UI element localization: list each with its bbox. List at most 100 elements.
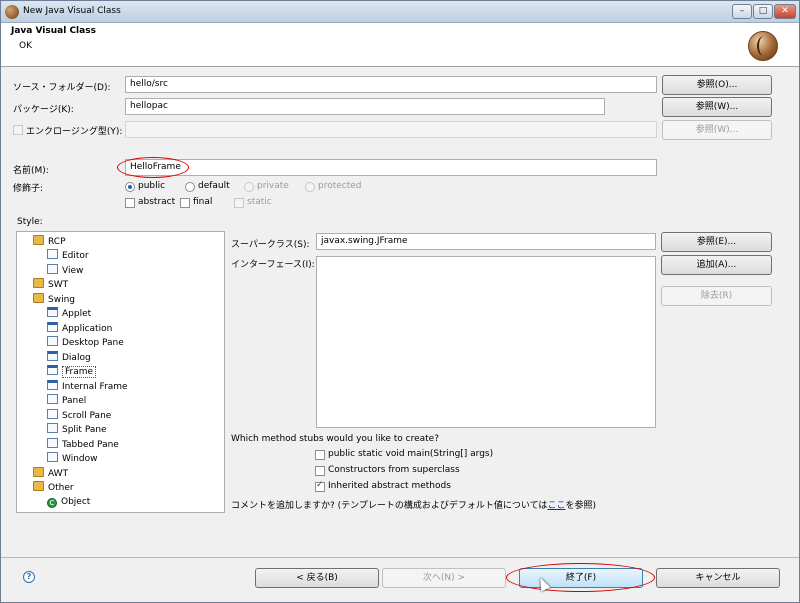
panel-icon xyxy=(47,394,58,404)
tree-item-frame[interactable]: Frame xyxy=(47,365,97,379)
comment-prefix: コメントを追加しますか? (テンプレートの構成およびデフォルト値については xyxy=(231,501,548,511)
enclosing-type-label: エンクロージング型(Y): xyxy=(26,127,123,137)
tree-item-other[interactable]: Other xyxy=(33,481,74,495)
name-input[interactable]: HelloFrame xyxy=(125,159,657,176)
constructors-stub-label: Constructors from superclass xyxy=(328,465,460,475)
close-icon: ✕ xyxy=(781,6,789,16)
public-radio[interactable] xyxy=(125,182,135,192)
package-label: パッケージ(K): xyxy=(13,105,74,115)
folder-icon xyxy=(33,293,44,303)
style-label: Style: xyxy=(17,217,43,227)
cancel-button[interactable]: キャンセル xyxy=(656,568,780,588)
static-checkbox[interactable] xyxy=(234,198,244,208)
tree-item-rcp[interactable]: RCP xyxy=(33,235,66,249)
abstract-checkbox[interactable] xyxy=(125,198,135,208)
tree-item-internal-frame[interactable]: Internal Frame xyxy=(47,380,128,394)
next-button[interactable]: 次へ(N) > xyxy=(382,568,506,588)
package-input[interactable]: hellopac xyxy=(125,98,605,115)
footer-separator xyxy=(1,557,799,558)
tree-item-view[interactable]: View xyxy=(47,264,83,278)
remove-interface-button[interactable]: 除去(R) xyxy=(661,286,772,306)
package-browse-button[interactable]: 参照(W)... xyxy=(662,97,772,117)
source-folder-browse-button[interactable]: 参照(O)... xyxy=(662,75,772,95)
comment-suffix: を参照) xyxy=(565,501,596,511)
tree-item-dialog[interactable]: Dialog xyxy=(47,351,91,365)
default-label: default xyxy=(198,181,230,191)
tree-item-scroll-pane[interactable]: Scroll Pane xyxy=(47,409,111,423)
enclosing-type-checkbox[interactable] xyxy=(13,125,23,135)
frame-icon xyxy=(47,365,58,375)
superclass-input[interactable]: javax.swing.JFrame xyxy=(316,233,656,250)
eclipse-app-icon xyxy=(5,5,19,19)
tree-item-applet[interactable]: Applet xyxy=(47,307,91,321)
final-label: final xyxy=(193,197,213,207)
enclosing-type-input[interactable] xyxy=(125,121,657,138)
add-interface-button[interactable]: 追加(A)... xyxy=(661,255,772,275)
object-class-icon: C xyxy=(47,498,57,508)
main-stub-label: public static void main(String[] args) xyxy=(328,449,494,459)
enclosing-browse-button[interactable]: 参照(W)... xyxy=(662,120,772,140)
java-bean-icon xyxy=(748,31,778,61)
banner-heading: Java Visual Class xyxy=(11,26,96,36)
main-stub-checkbox[interactable] xyxy=(315,450,325,460)
tree-item-swt[interactable]: SWT xyxy=(33,278,68,292)
tree-item-application[interactable]: Application xyxy=(47,322,112,336)
maximize-icon: □ xyxy=(758,6,768,16)
abstract-label: abstract xyxy=(138,197,176,207)
close-button[interactable]: ✕ xyxy=(774,4,796,19)
source-folder-label: ソース・フォルダー(D): xyxy=(13,83,111,93)
constructors-stub-checkbox[interactable] xyxy=(315,466,325,476)
final-checkbox[interactable] xyxy=(180,198,190,208)
inherited-stub-checkbox[interactable] xyxy=(315,480,325,492)
title-bar: New Java Visual Class – □ ✕ xyxy=(1,1,799,23)
tree-item-tabbed-pane[interactable]: Tabbed Pane xyxy=(47,438,119,452)
tree-item-editor[interactable]: Editor xyxy=(47,249,89,263)
method-stubs-question: Which method stubs would you like to cre… xyxy=(231,434,439,444)
split-pane-icon xyxy=(47,423,58,433)
tree-item-awt[interactable]: AWT xyxy=(33,467,68,481)
banner-message: OK xyxy=(19,41,32,51)
protected-radio[interactable] xyxy=(305,182,315,192)
tree-item-swing[interactable]: Swing xyxy=(33,293,75,307)
back-button[interactable]: < 戻る(B) xyxy=(255,568,379,588)
folder-icon xyxy=(33,235,44,245)
inherited-stub-label: Inherited abstract methods xyxy=(328,481,451,491)
scroll-pane-icon xyxy=(47,409,58,419)
tree-item-split-pane[interactable]: Split Pane xyxy=(47,423,107,437)
tree-item-desktop-pane[interactable]: Desktop Pane xyxy=(47,336,124,350)
protected-label: protected xyxy=(318,181,362,191)
comment-template-link[interactable]: ここ xyxy=(547,501,565,511)
help-icon[interactable]: ? xyxy=(23,571,35,583)
interfaces-list[interactable] xyxy=(316,256,656,428)
maximize-button[interactable]: □ xyxy=(753,4,773,19)
window-title: New Java Visual Class xyxy=(23,6,121,16)
superclass-label: スーパークラス(S): xyxy=(231,240,310,250)
tree-item-panel[interactable]: Panel xyxy=(47,394,86,408)
wizard-banner: Java Visual Class OK xyxy=(1,23,799,67)
folder-icon xyxy=(33,481,44,491)
applet-icon xyxy=(47,307,58,317)
tree-item-object[interactable]: C Object xyxy=(47,496,90,510)
new-java-visual-class-dialog: New Java Visual Class – □ ✕ Java Visual … xyxy=(0,0,800,603)
desktop-pane-icon xyxy=(47,336,58,346)
modifiers-label: 修飾子: xyxy=(13,184,44,194)
style-tree[interactable]: RCP Editor View SWT Swing Applet Applica… xyxy=(16,231,225,513)
tree-item-window[interactable]: Window xyxy=(47,452,98,466)
default-radio[interactable] xyxy=(185,182,195,192)
superclass-browse-button[interactable]: 参照(E)... xyxy=(661,232,772,252)
tabbed-pane-icon xyxy=(47,438,58,448)
name-label: 名前(M): xyxy=(13,166,49,176)
static-label: static xyxy=(247,197,272,207)
name-highlight-ellipse xyxy=(117,157,189,178)
source-folder-input[interactable]: hello/src xyxy=(125,76,657,93)
public-label: public xyxy=(138,181,166,191)
minimize-button[interactable]: – xyxy=(732,4,752,19)
private-radio[interactable] xyxy=(244,182,254,192)
folder-icon xyxy=(33,467,44,477)
folder-icon xyxy=(33,278,44,288)
dialog-icon xyxy=(47,351,58,361)
interfaces-label: インターフェース(I): xyxy=(231,260,315,270)
view-icon xyxy=(47,264,58,274)
finish-highlight-ellipse xyxy=(506,563,655,592)
application-icon xyxy=(47,322,58,332)
